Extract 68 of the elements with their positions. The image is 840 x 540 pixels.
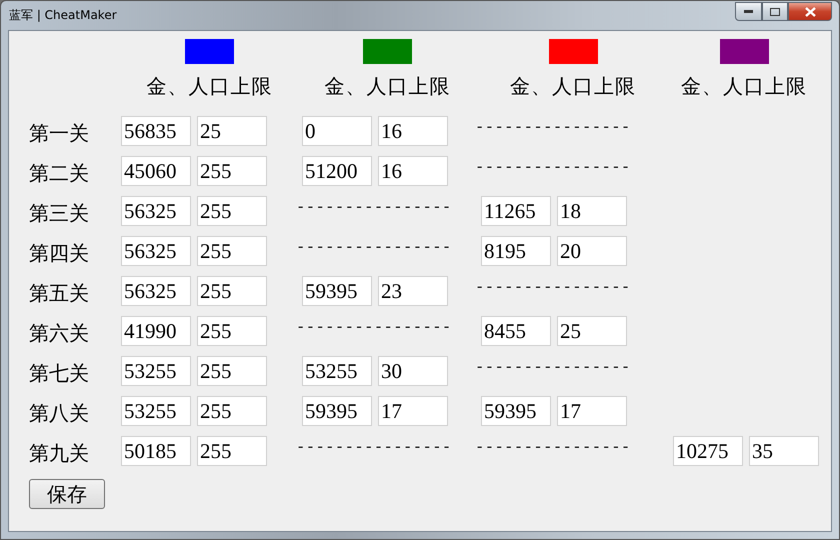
column-header: 金、人口上限: [510, 75, 636, 100]
money-field[interactable]: 56835: [121, 116, 191, 146]
unavailable-dashes: ----------------: [477, 158, 634, 176]
population-field[interactable]: 17: [557, 396, 627, 426]
unavailable-dashes: ----------------: [477, 438, 634, 456]
unavailable-dashes: ----------------: [298, 318, 455, 336]
population-field[interactable]: 30: [378, 356, 448, 386]
stage-label: 第一关: [29, 122, 90, 147]
stage-label: 第二关: [29, 162, 90, 187]
money-field[interactable]: 56325: [121, 276, 191, 306]
money-field[interactable]: 56325: [121, 236, 191, 266]
money-field[interactable]: 10275: [673, 436, 743, 466]
population-field[interactable]: 16: [378, 156, 448, 186]
money-field[interactable]: 50185: [121, 436, 191, 466]
population-field[interactable]: 255: [197, 316, 267, 346]
money-field[interactable]: 0: [302, 116, 372, 146]
money-field[interactable]: 11265: [481, 196, 551, 226]
save-button[interactable]: 保存: [29, 479, 105, 509]
unavailable-dashes: ----------------: [298, 198, 455, 216]
unavailable-dashes: ----------------: [477, 118, 634, 136]
stage-label: 第五关: [29, 282, 90, 307]
column-header: 金、人口上限: [146, 75, 272, 100]
column-header: 金、人口上限: [324, 75, 450, 100]
money-field[interactable]: 59395: [302, 276, 372, 306]
population-field[interactable]: 255: [197, 276, 267, 306]
money-field[interactable]: 41990: [121, 316, 191, 346]
population-field[interactable]: 255: [197, 236, 267, 266]
close-icon: [804, 6, 816, 16]
minimize-button[interactable]: [735, 2, 762, 21]
money-field[interactable]: 8455: [481, 316, 551, 346]
stage-label: 第三关: [29, 202, 90, 227]
population-field[interactable]: 25: [197, 116, 267, 146]
money-field[interactable]: 51200: [302, 156, 372, 186]
column-header: 金、人口上限: [681, 75, 807, 100]
population-field[interactable]: 17: [378, 396, 448, 426]
population-field[interactable]: 16: [378, 116, 448, 146]
population-field[interactable]: 255: [197, 196, 267, 226]
population-field[interactable]: 20: [557, 236, 627, 266]
stage-label: 第七关: [29, 362, 90, 387]
population-field[interactable]: 255: [197, 156, 267, 186]
unavailable-dashes: ----------------: [298, 238, 455, 256]
money-field[interactable]: 56325: [121, 196, 191, 226]
population-field[interactable]: 18: [557, 196, 627, 226]
money-field[interactable]: 53255: [302, 356, 372, 386]
unavailable-dashes: ----------------: [477, 358, 634, 376]
money-field[interactable]: 53255: [121, 396, 191, 426]
money-field[interactable]: 59395: [302, 396, 372, 426]
money-field[interactable]: 45060: [121, 156, 191, 186]
population-field[interactable]: 255: [197, 356, 267, 386]
close-button[interactable]: [788, 2, 832, 21]
unavailable-dashes: ----------------: [298, 438, 455, 456]
money-field[interactable]: 53255: [121, 356, 191, 386]
maximize-button[interactable]: [762, 2, 788, 21]
stage-label: 第八关: [29, 402, 90, 427]
window-title: 蓝军 | CheatMaker: [8, 7, 117, 24]
population-field[interactable]: 35: [749, 436, 819, 466]
population-field[interactable]: 25: [557, 316, 627, 346]
unavailable-dashes: ----------------: [477, 278, 634, 296]
population-field[interactable]: 255: [197, 436, 267, 466]
stage-label: 第四关: [29, 242, 90, 267]
money-field[interactable]: 8195: [481, 236, 551, 266]
money-field[interactable]: 59395: [481, 396, 551, 426]
population-field[interactable]: 23: [378, 276, 448, 306]
stage-label: 第九关: [29, 442, 90, 467]
population-field[interactable]: 255: [197, 396, 267, 426]
minimize-icon: [744, 10, 753, 13]
maximize-icon: [770, 8, 780, 16]
stage-label: 第六关: [29, 322, 90, 347]
